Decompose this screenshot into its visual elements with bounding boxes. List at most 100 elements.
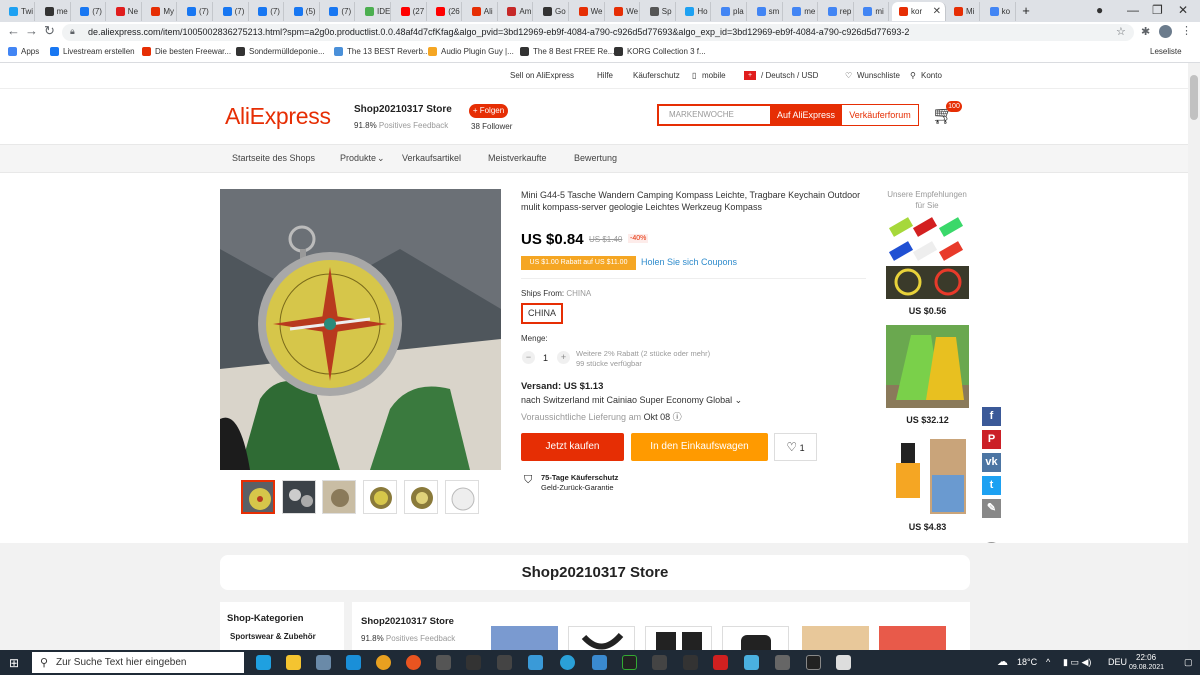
browser-tab[interactable]: We [572, 2, 605, 21]
url-field[interactable]: de.aliexpress.com/item/1005002836275213.… [62, 24, 1134, 41]
bookmark-item[interactable]: Apps [8, 47, 39, 56]
live-icon[interactable] [497, 655, 512, 670]
app-icon[interactable] [713, 655, 728, 670]
browser-tab[interactable]: (7) [322, 2, 356, 21]
app-icon[interactable] [466, 655, 481, 670]
browser-tab[interactable]: pla [714, 2, 747, 21]
terminal-icon[interactable] [806, 655, 821, 670]
quantity-minus-button[interactable]: − [522, 351, 535, 364]
forward-icon[interactable]: → [25, 23, 38, 38]
mobile-link[interactable]: mobile [702, 71, 726, 80]
quantity-value[interactable]: 1 [543, 353, 548, 363]
windows-start-icon[interactable]: ⊞ [9, 656, 19, 670]
browser-tab[interactable]: (7) [73, 2, 107, 21]
browser-tab[interactable]: ko [983, 2, 1016, 21]
file-explorer-icon[interactable] [286, 655, 301, 670]
browser-tab[interactable]: Ho [678, 2, 712, 21]
browser-tab[interactable]: rep [821, 2, 854, 21]
scrollbar-thumb[interactable] [1190, 75, 1198, 120]
thumbnail[interactable] [241, 480, 275, 514]
tab-store-home[interactable]: Startseite des Shops [232, 153, 315, 163]
browser-tab[interactable]: Am [500, 2, 534, 21]
store-name[interactable]: Shop20210317 Store [354, 104, 452, 115]
buy-now-button[interactable]: Jetzt kaufen [521, 433, 624, 461]
wishlist-button[interactable]: ♡ 1 [774, 433, 817, 461]
aliexpress-logo[interactable]: AliExpress [225, 103, 331, 130]
browser-tab[interactable]: (5) [287, 2, 320, 21]
chrome-icon[interactable] [376, 655, 391, 670]
app-icon[interactable] [775, 655, 790, 670]
scrollbar[interactable] [1188, 63, 1200, 650]
store-product-thumb[interactable] [879, 626, 946, 650]
notepad-icon[interactable] [836, 655, 851, 670]
app-icon[interactable] [592, 655, 607, 670]
minimize-icon[interactable]: — [1127, 3, 1139, 17]
store-product-thumb[interactable] [802, 626, 869, 650]
browser-tab[interactable]: (7) [251, 2, 285, 21]
close-window-icon[interactable]: ✕ [1178, 3, 1188, 17]
browser-tab[interactable]: me [38, 2, 71, 21]
browser-tab[interactable]: Sp [643, 2, 676, 21]
recommended-item-image[interactable] [886, 325, 969, 408]
account-link[interactable]: Konto [921, 71, 942, 80]
bookmark-item[interactable]: Die besten Freewar... [142, 47, 231, 56]
store-product-thumb[interactable] [722, 626, 789, 650]
get-coupons-link[interactable]: Holen Sie sich Coupons [641, 257, 737, 267]
tab-reviews[interactable]: Bewertung [574, 153, 617, 163]
store-icon[interactable] [316, 655, 331, 670]
shipping-method-text[interactable]: nach Switzerland mit Cainiao Super Econo… [521, 395, 732, 405]
store-product-thumb[interactable] [568, 626, 635, 650]
search-aliexpress-button[interactable]: Auf AliExpress [770, 104, 842, 126]
app-icon[interactable] [683, 655, 698, 670]
sell-link[interactable]: Sell on AliExpress [510, 71, 574, 80]
browser-tab[interactable]: me [785, 2, 819, 21]
seller-forum-button[interactable]: Verkäuferforum [841, 104, 919, 126]
lock-icon[interactable]: 🔒︎ [70, 26, 75, 37]
app-icon[interactable] [436, 655, 451, 670]
bookmark-item[interactable]: KORG Collection 3 f... [614, 47, 706, 56]
profile-menu-icon[interactable]: ● [1096, 3, 1103, 17]
category-item[interactable]: Sportswear & Zubehör [230, 632, 316, 641]
bookmark-item[interactable]: The 13 BEST Reverb... [334, 47, 430, 56]
browser-tab[interactable]: We [607, 2, 641, 21]
vk-icon[interactable]: vk [982, 453, 1001, 472]
edit-icon[interactable]: ✎ [982, 499, 1001, 518]
shipping-method[interactable]: nach Switzerland mit Cainiao Super Econo… [521, 395, 742, 406]
thumbnail[interactable] [445, 480, 479, 514]
browser-tab[interactable]: Ali [465, 2, 498, 21]
help-icon[interactable]: ⓘ [673, 412, 682, 422]
twitter-icon[interactable]: t [982, 476, 1001, 495]
browser-tab[interactable]: My [144, 2, 178, 21]
browser-tab[interactable]: (27 [394, 2, 427, 21]
recommended-item-image[interactable] [886, 435, 969, 518]
browser-tab[interactable]: Mi [947, 2, 980, 21]
tray-icons[interactable]: ▮ ▭ ◀) [1063, 657, 1091, 668]
extensions-icon[interactable]: ✱ [1141, 25, 1150, 38]
store-banner[interactable]: Shop20210317 Store [220, 555, 970, 590]
browser-tab[interactable]: (26 [429, 2, 463, 21]
pinterest-icon[interactable]: P [982, 430, 1001, 449]
language-indicator[interactable]: DEU [1108, 657, 1127, 667]
browser-tab[interactable]: (7) [180, 2, 213, 21]
browser-tab[interactable]: (7) [216, 2, 249, 21]
ships-from-option[interactable]: CHINA [521, 303, 563, 324]
temperature[interactable]: 18°C [1017, 657, 1037, 667]
app-icon[interactable] [652, 655, 667, 670]
new-tab-button[interactable]: + [1022, 3, 1030, 18]
app-icon[interactable] [622, 655, 637, 670]
browser-tab[interactable]: sm [750, 2, 783, 21]
app-icon[interactable] [528, 655, 543, 670]
product-main-image[interactable] [220, 189, 501, 470]
help-link[interactable]: Hilfe [597, 71, 613, 80]
telegram-icon[interactable] [560, 655, 575, 670]
thumbnail[interactable] [282, 480, 316, 514]
clock-time[interactable]: 22:06 [1136, 653, 1156, 662]
tab-close-icon[interactable]: ✕ [933, 6, 941, 17]
locale-selector[interactable]: / Deutsch / USD [761, 71, 818, 80]
profile-avatar[interactable] [1159, 25, 1172, 38]
mobile-icon[interactable]: ▯ [692, 71, 696, 80]
reload-icon[interactable]: ↻ [44, 23, 55, 39]
clock-date[interactable]: 09.08.2021 [1129, 664, 1164, 671]
recommended-item-image[interactable] [886, 216, 969, 299]
thumbnail[interactable] [322, 480, 356, 514]
